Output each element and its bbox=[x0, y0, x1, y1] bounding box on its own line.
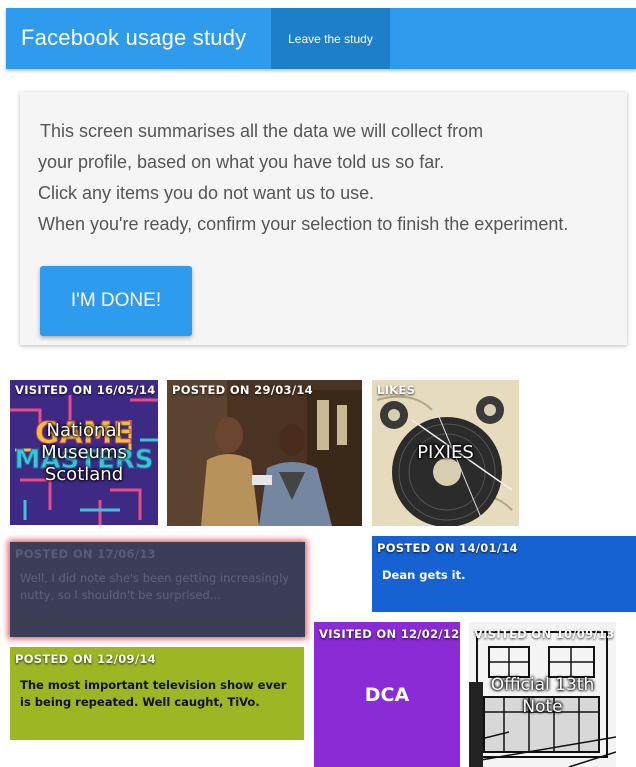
tile-visited-13th-note[interactable]: VISITED ON 10/09/13 Official 13th Note bbox=[469, 622, 616, 767]
instructions-line: Click any items you do not want us to us… bbox=[38, 183, 375, 203]
tile-title: DCA bbox=[364, 684, 410, 706]
tile-posted-photo[interactable]: POSTED ON 29/03/14 bbox=[167, 380, 362, 526]
done-button[interactable]: I'M DONE! bbox=[40, 266, 192, 336]
tile-label: POSTED ON 14/01/14 bbox=[377, 541, 518, 555]
tile-visited-national-museums[interactable]: GAME MASTERS VISITED ON 16/05/14 Nationa… bbox=[10, 380, 158, 525]
instructions-line: This screen summarises all the data we w… bbox=[40, 121, 484, 141]
instructions-card: This screen summarises all the data we w… bbox=[20, 92, 627, 345]
tile-posted-deselected[interactable]: POSTED ON 17/06/13 Well, I did note she'… bbox=[10, 542, 305, 637]
tile-title: PIXIES bbox=[417, 442, 474, 463]
tile-label: POSTED ON 29/03/14 bbox=[172, 383, 313, 397]
post-text: Dean gets it. bbox=[382, 568, 466, 582]
tile-posted-dean[interactable]: POSTED ON 14/01/14 Dean gets it. bbox=[372, 536, 636, 612]
tile-label: VISITED ON 16/05/14 bbox=[15, 383, 156, 397]
tile-label: POSTED ON 17/06/13 bbox=[15, 547, 156, 561]
tile-visited-dca[interactable]: VISITED ON 12/02/12 DCA bbox=[314, 622, 460, 767]
post-text: Well, I did note she's been getting incr… bbox=[20, 571, 290, 602]
instructions-line: When you're ready, confirm your selectio… bbox=[38, 214, 569, 234]
tile-title: National Museums Scotland bbox=[41, 420, 127, 485]
posted-photo-image bbox=[167, 380, 362, 526]
tile-label: VISITED ON 10/09/13 bbox=[474, 627, 615, 641]
app-header: Facebook usage study Leave the study bbox=[6, 8, 636, 69]
post-text: The most important television show ever … bbox=[20, 678, 287, 709]
tile-label: VISITED ON 12/02/12 bbox=[319, 627, 460, 641]
leave-study-button[interactable]: Leave the study bbox=[271, 8, 390, 69]
tile-label: POSTED ON 12/09/14 bbox=[15, 652, 156, 666]
tile-posted-tivo[interactable]: POSTED ON 12/09/14 The most important te… bbox=[10, 647, 304, 740]
app-title: Facebook usage study bbox=[21, 25, 247, 50]
tile-label: LIKES bbox=[377, 383, 416, 397]
instructions-line: your profile, based on what you have tol… bbox=[38, 152, 445, 172]
tile-likes-pixies[interactable]: LIKES PIXIES bbox=[372, 380, 519, 526]
instructions-text: This screen summarises all the data we w… bbox=[38, 116, 623, 240]
tile-title: Official 13th Note bbox=[490, 675, 595, 717]
